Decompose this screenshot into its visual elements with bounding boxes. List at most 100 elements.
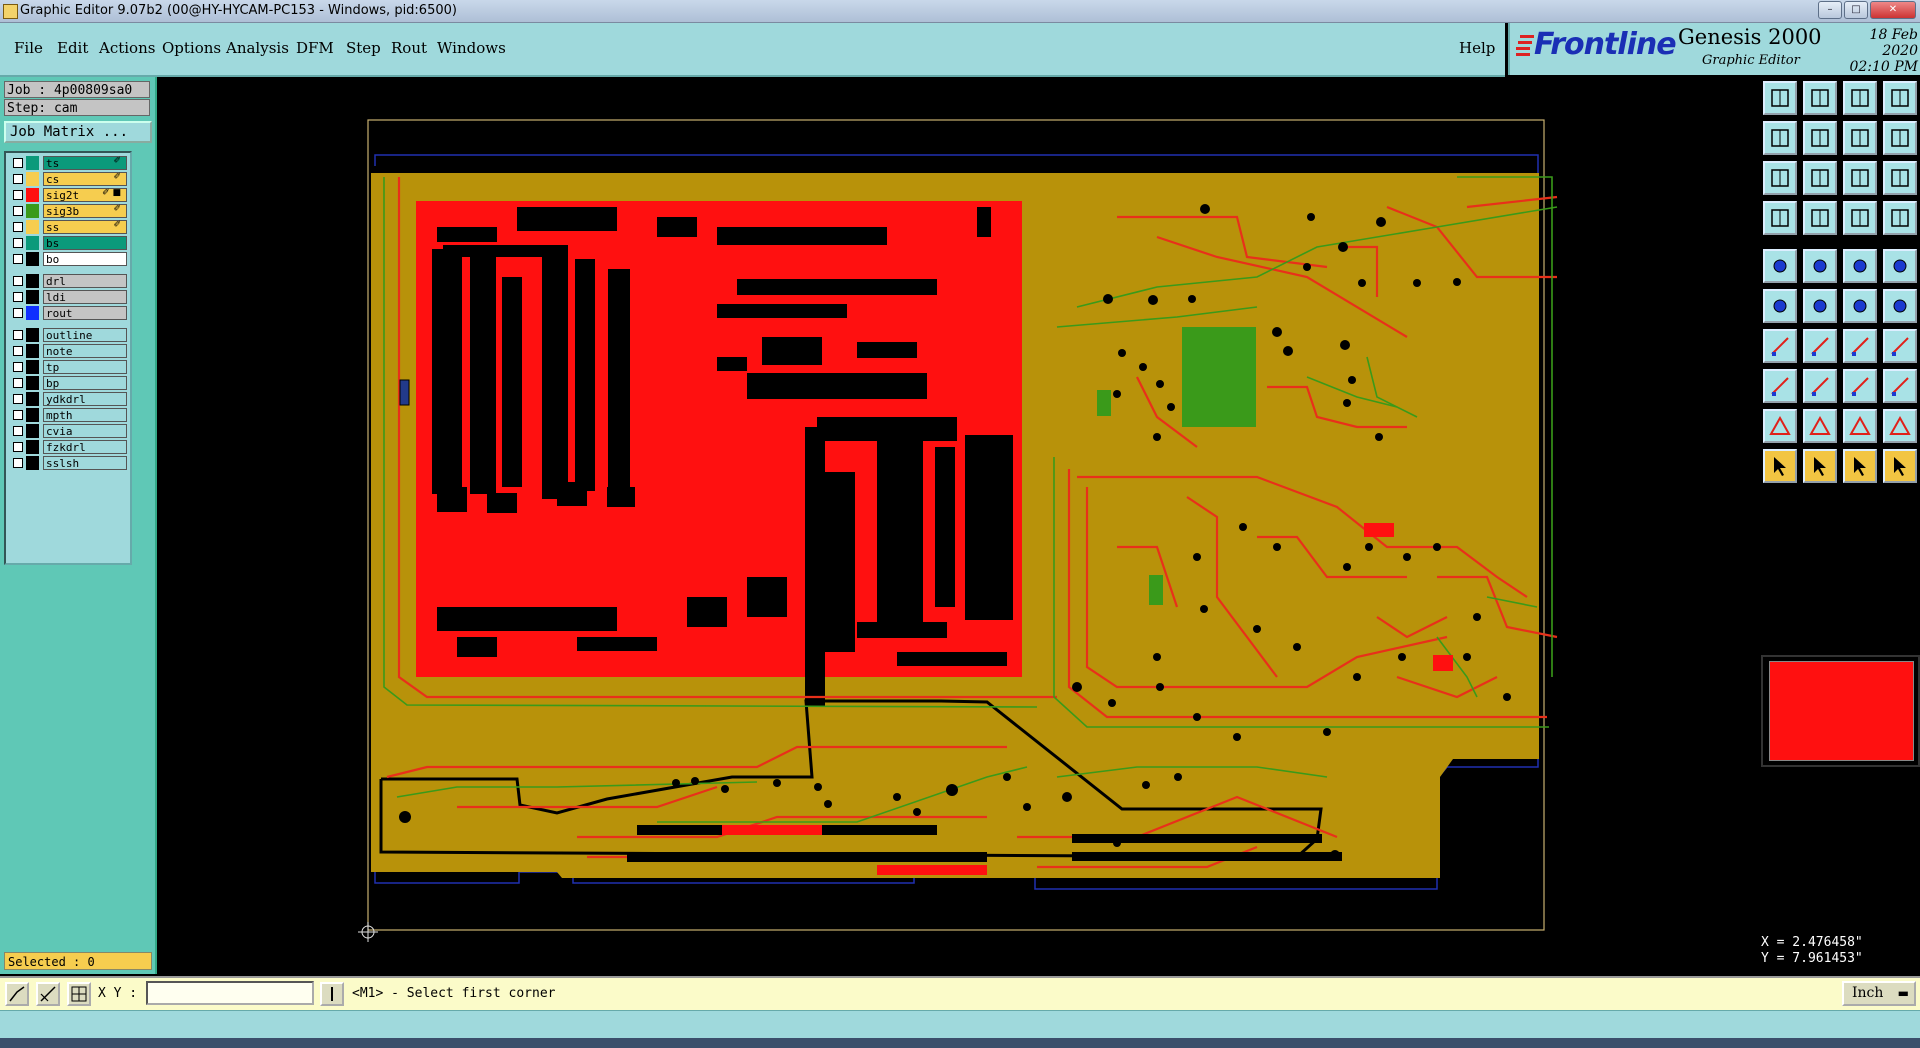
tool-move-button[interactable] <box>1883 369 1917 403</box>
tool-cross-button[interactable] <box>1803 289 1837 323</box>
layer-checkbox[interactable] <box>13 346 23 356</box>
layer-checkbox[interactable] <box>13 442 23 452</box>
layer-row-ldi[interactable]: ldi <box>9 290 127 304</box>
snap-mode-button[interactable] <box>5 982 29 1006</box>
menu-step[interactable]: Step <box>346 39 381 57</box>
tool-select-button[interactable] <box>1803 81 1837 115</box>
layer-name[interactable]: outline <box>43 328 127 342</box>
layer-row-tp[interactable]: tp <box>9 360 127 374</box>
tool-hand-button[interactable] <box>1763 201 1797 235</box>
tool-tri2-button[interactable] <box>1803 409 1837 443</box>
tool-line-button[interactable] <box>1883 289 1917 323</box>
layer-name[interactable]: note <box>43 344 127 358</box>
tool-arrow2-button[interactable] <box>1803 449 1837 483</box>
job-matrix-button[interactable]: Job Matrix ... <box>4 121 152 143</box>
layer-name[interactable]: mpth <box>43 408 127 422</box>
layer-row-fzkdrl[interactable]: fzkdrl <box>9 440 127 454</box>
tool-help-button[interactable] <box>1883 161 1917 195</box>
tool-snap-button[interactable] <box>1843 289 1877 323</box>
layer-name[interactable]: rout <box>43 306 127 320</box>
layer-name[interactable]: drl <box>43 274 127 288</box>
layer-row-ts[interactable]: ts ✐ <box>9 156 127 170</box>
layer-row-drl[interactable]: drl <box>9 274 127 288</box>
tool-pin-button[interactable] <box>1843 121 1877 155</box>
layer-checkbox[interactable] <box>13 410 23 420</box>
layer-row-bs[interactable]: bs <box>9 236 127 250</box>
grid-mode-button[interactable] <box>67 982 91 1006</box>
layer-checkbox[interactable] <box>13 206 23 216</box>
layer-name[interactable]: ydkdrl <box>43 392 127 406</box>
tool-arrow4-button[interactable] <box>1883 449 1917 483</box>
layer-row-mpth[interactable]: mpth <box>9 408 127 422</box>
tool-shape-button[interactable] <box>1803 249 1837 283</box>
layer-checkbox[interactable] <box>13 308 23 318</box>
tool-draw-line-button[interactable] <box>1763 329 1797 363</box>
tool-swap-button[interactable] <box>1883 121 1917 155</box>
menu-analysis[interactable]: Analysis <box>226 39 289 57</box>
layer-row-sig2t[interactable]: sig2t ✐ ■ <box>9 188 127 202</box>
xy-input[interactable] <box>146 981 314 1005</box>
tool-dim-button[interactable] <box>1843 369 1877 403</box>
tool-split-button[interactable] <box>1883 81 1917 115</box>
layer-checkbox[interactable] <box>13 254 23 264</box>
layer-name[interactable]: cvia <box>43 424 127 438</box>
measure-mode-button[interactable] <box>36 982 60 1006</box>
menu-rout[interactable]: Rout <box>391 39 427 57</box>
layer-row-rout[interactable]: rout <box>9 306 127 320</box>
layer-checkbox[interactable] <box>13 190 23 200</box>
layer-row-sig3b[interactable]: sig3b ✐ <box>9 204 127 218</box>
menu-actions[interactable]: Actions <box>99 39 155 57</box>
layer-row-ydkdrl[interactable]: ydkdrl <box>9 392 127 406</box>
layer-row-note[interactable]: note <box>9 344 127 358</box>
layer-row-bp[interactable]: bp <box>9 376 127 390</box>
pcb-drawing[interactable] <box>157 77 1757 974</box>
layer-checkbox[interactable] <box>13 222 23 232</box>
tool-tri3-button[interactable] <box>1843 409 1877 443</box>
layer-row-cvia[interactable]: cvia <box>9 424 127 438</box>
tool-palette-button[interactable] <box>1883 201 1917 235</box>
layer-checkbox[interactable] <box>13 158 23 168</box>
menu-edit[interactable]: Edit <box>57 39 88 57</box>
layer-name[interactable]: sslsh <box>43 456 127 470</box>
tool-cut-button[interactable] <box>1763 249 1797 283</box>
layer-name[interactable]: fzkdrl <box>43 440 127 454</box>
layer-row-ss[interactable]: ss ✐ <box>9 220 127 234</box>
tool-measure-button[interactable] <box>1843 249 1877 283</box>
tool-export-button[interactable] <box>1803 121 1837 155</box>
tool-camera-button[interactable] <box>1763 81 1797 115</box>
tool-dock-button[interactable] <box>1763 121 1797 155</box>
tool-arc-button[interactable] <box>1843 329 1877 363</box>
maximize-button[interactable]: □ <box>1844 1 1868 19</box>
layer-row-sslsh[interactable]: sslsh <box>9 456 127 470</box>
unit-selector[interactable]: Inch ▬ <box>1842 981 1916 1006</box>
tool-home-button[interactable] <box>1843 81 1877 115</box>
layer-name[interactable]: tp <box>43 360 127 374</box>
layer-row-outline[interactable]: outline <box>9 328 127 342</box>
tool-layers-button[interactable] <box>1843 201 1877 235</box>
close-button[interactable]: ✕ <box>1870 1 1916 19</box>
layer-name[interactable]: bo <box>43 252 127 266</box>
layer-checkbox[interactable] <box>13 292 23 302</box>
layer-name[interactable]: bp <box>43 376 127 390</box>
tool-target-button[interactable] <box>1883 249 1917 283</box>
minimize-button[interactable]: – <box>1818 1 1842 19</box>
tool-ratio-button[interactable] <box>1843 161 1877 195</box>
menu-file[interactable]: File <box>14 39 43 57</box>
layer-checkbox[interactable] <box>13 362 23 372</box>
layer-checkbox[interactable] <box>13 426 23 436</box>
layer-row-bo[interactable]: bo <box>9 252 127 266</box>
layer-checkbox[interactable] <box>13 238 23 248</box>
tool-pan-button[interactable] <box>1803 161 1837 195</box>
layer-name[interactable]: ldi <box>43 290 127 304</box>
tool-route-button[interactable] <box>1883 329 1917 363</box>
layer-checkbox[interactable] <box>13 276 23 286</box>
tool-grid-button[interactable] <box>1803 201 1837 235</box>
tool-pad-edit-button[interactable] <box>1763 369 1797 403</box>
layer-checkbox[interactable] <box>13 458 23 468</box>
graphic-canvas[interactable] <box>157 77 1757 974</box>
tool-minus-button[interactable] <box>1803 369 1837 403</box>
tool-add-pad-button[interactable] <box>1763 289 1797 323</box>
tool-slash-button[interactable] <box>1803 329 1837 363</box>
menu-options[interactable]: Options <box>162 39 221 57</box>
layer-checkbox[interactable] <box>13 330 23 340</box>
